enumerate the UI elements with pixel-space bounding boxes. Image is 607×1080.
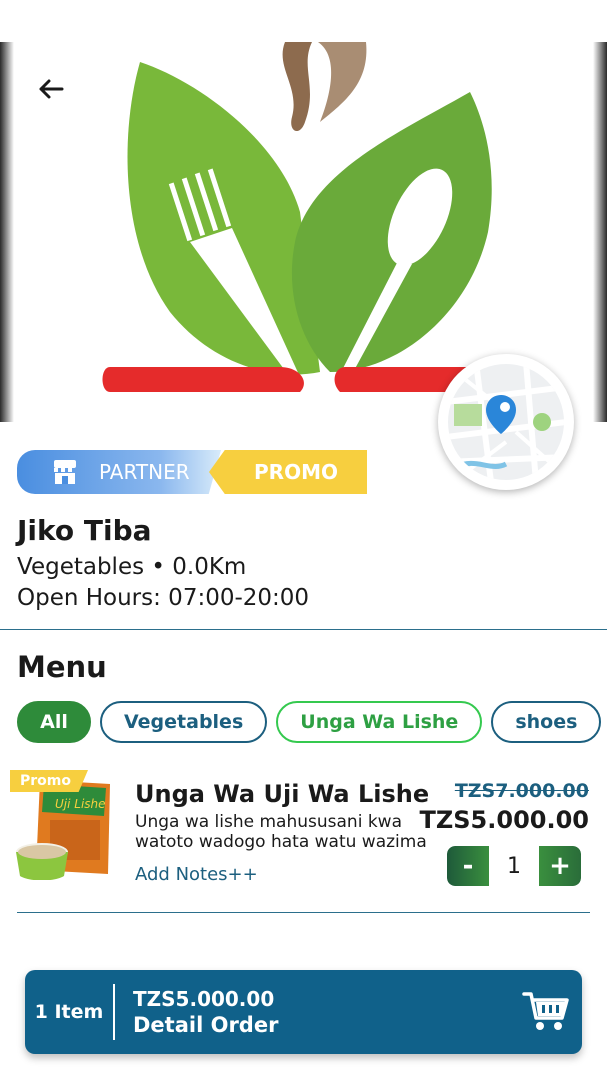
section-divider: [0, 629, 607, 630]
svg-text:Uji Lishe: Uji Lishe: [55, 797, 106, 811]
category-chip-unga-wa-lishe[interactable]: Unga Wa Lishe: [276, 701, 483, 743]
order-item-count: 1 Item: [34, 1001, 104, 1023]
quantity-value: 1: [489, 846, 539, 886]
promo-badge: PROMO: [209, 450, 367, 494]
order-summary-bar[interactable]: 1 Item TZS5.000.00 Detail Order: [25, 970, 582, 1054]
cart-icon: [522, 992, 569, 1030]
category-chip-all[interactable]: All: [17, 701, 91, 743]
menu-title: Menu: [17, 650, 107, 684]
banner-edge-right: [593, 42, 607, 422]
order-detail-label: Detail Order: [133, 1013, 279, 1037]
product-description: Unga wa lishe mahususani kwa watoto wado…: [135, 812, 427, 852]
banner-edge-left: [0, 42, 14, 422]
promo-tag: Promo: [10, 770, 88, 792]
partner-badge: PARTNER: [17, 450, 221, 494]
category-chip-vegetables[interactable]: Vegetables: [100, 701, 268, 743]
store-name: Jiko Tiba: [17, 514, 152, 547]
store-badges: PARTNER PROMO: [17, 450, 367, 494]
category-chip-shoes[interactable]: shoes: [491, 701, 602, 743]
order-info: TZS5.000.00 Detail Order: [115, 987, 522, 1037]
partner-label: PARTNER: [99, 460, 190, 484]
product-original-price: TZS7.000.00: [454, 780, 589, 802]
store-open-hours: Open Hours: 07:00-20:00: [17, 585, 310, 611]
product-name: Unga Wa Uji Wa Lishe: [135, 780, 430, 808]
promo-label: PROMO: [254, 460, 338, 484]
store-category-distance: Vegetables • 0.0Km: [17, 554, 247, 580]
category-filter: All Vegetables Unga Wa Lishe shoes: [17, 701, 602, 743]
increase-quantity-button[interactable]: +: [539, 846, 581, 886]
storefront-icon: [54, 460, 76, 484]
back-button[interactable]: [14, 58, 88, 120]
add-notes-link[interactable]: Add Notes++: [135, 864, 258, 885]
decrease-quantity-button[interactable]: -: [447, 846, 489, 886]
quantity-stepper: - 1 +: [447, 846, 581, 886]
map-button[interactable]: [438, 354, 574, 490]
order-total: TZS5.000.00: [133, 987, 275, 1011]
item-divider: [17, 912, 590, 913]
map-location-icon: [448, 364, 564, 480]
menu-item[interactable]: Uji Lishe Promo Unga Wa Uji Wa Lishe Ung…: [0, 768, 607, 908]
product-price: TZS5.000.00: [419, 806, 590, 834]
arrow-left-icon: [39, 79, 64, 99]
